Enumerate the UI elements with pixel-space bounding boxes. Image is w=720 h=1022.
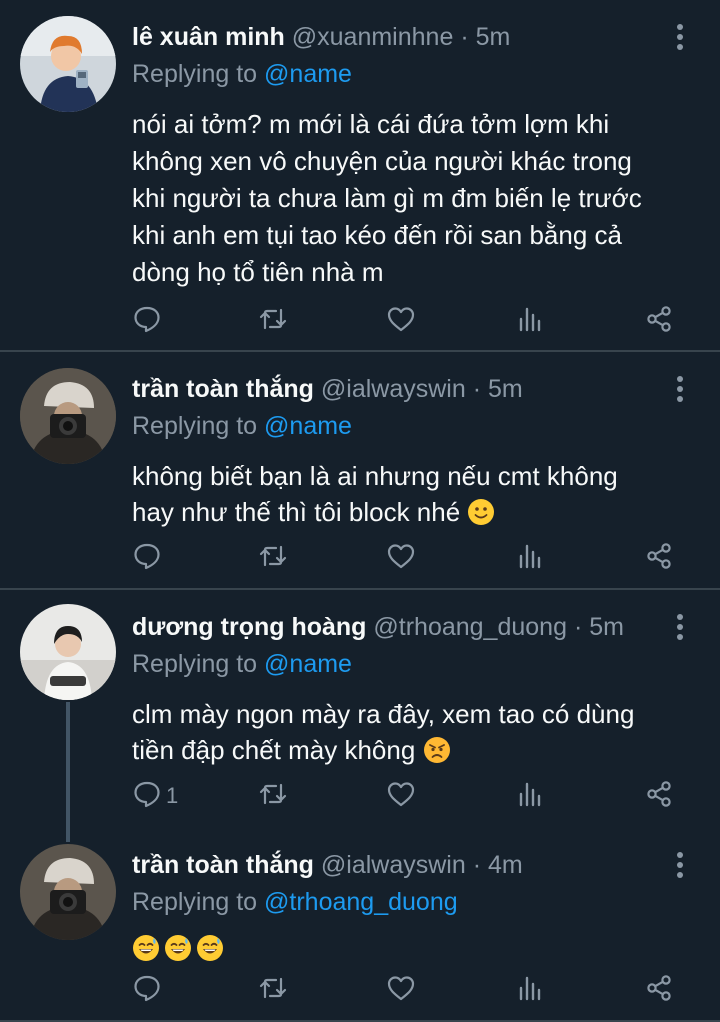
retweet-icon xyxy=(258,541,288,576)
grinning-sweat-face-icon xyxy=(133,935,159,961)
reply-icon xyxy=(132,973,162,1008)
retweet-button[interactable] xyxy=(258,301,288,341)
angry-face-icon xyxy=(423,737,450,763)
reply-button[interactable]: 1 xyxy=(132,776,178,816)
reply-icon xyxy=(132,541,162,576)
reply-button[interactable] xyxy=(132,970,166,1010)
replying-to-label: Replying to xyxy=(132,888,258,916)
share-button[interactable] xyxy=(644,538,674,578)
like-icon xyxy=(386,779,416,814)
tweet-text-content: clm mày ngon mày ra đây, xem tao có dùng… xyxy=(132,699,635,765)
tweet-2[interactable]: trần toàn thắng @ialwayswin · 5m Replyin… xyxy=(0,352,720,588)
reply-button[interactable] xyxy=(132,301,166,341)
views-icon xyxy=(516,541,546,576)
share-button[interactable] xyxy=(644,776,674,816)
replying-to-label: Replying to xyxy=(132,650,258,678)
views-icon xyxy=(516,973,546,1008)
reply-icon xyxy=(132,304,162,339)
timestamp[interactable]: 5m xyxy=(589,613,624,641)
display-name[interactable]: dương trọng hoàng xyxy=(132,613,366,641)
display-name[interactable]: lê xuân minh xyxy=(132,23,285,51)
action-bar xyxy=(132,538,692,578)
replying-to-link[interactable]: @name xyxy=(264,60,352,88)
like-button[interactable] xyxy=(386,970,416,1010)
user-handle[interactable]: @ialwayswin xyxy=(321,375,466,403)
share-icon xyxy=(644,973,674,1008)
display-name[interactable]: trần toàn thắng xyxy=(132,851,314,879)
share-button[interactable] xyxy=(644,970,674,1010)
action-bar xyxy=(132,970,692,1010)
reply-icon xyxy=(132,779,162,814)
replying-to-label: Replying to xyxy=(132,60,258,88)
tweet-4[interactable]: trần toàn thắng @ialwayswin · 4m Replyin… xyxy=(0,830,720,1020)
tweet-text-content: không biết bạn là ai nhưng nếu cmt không… xyxy=(132,461,618,527)
retweet-icon xyxy=(258,304,288,339)
more-icon[interactable] xyxy=(670,850,690,880)
slightly-smiling-face-icon xyxy=(468,499,495,525)
share-button[interactable] xyxy=(644,301,674,341)
like-icon xyxy=(386,541,416,576)
separator-dot: · xyxy=(460,23,469,51)
retweet-icon xyxy=(258,779,288,814)
tweet-text: nói ai tởm? m mới là cái đứa tởm lợm khi… xyxy=(132,109,642,287)
views-icon xyxy=(516,304,546,339)
avatar[interactable] xyxy=(20,16,116,112)
avatar[interactable] xyxy=(20,368,116,464)
views-button[interactable] xyxy=(516,538,546,578)
retweet-button[interactable] xyxy=(258,776,288,816)
grinning-sweat-face-icon xyxy=(165,935,191,961)
share-icon xyxy=(644,541,674,576)
user-handle[interactable]: @xuanminhne xyxy=(292,23,454,51)
timestamp[interactable]: 5m xyxy=(476,23,511,51)
user-handle[interactable]: @trhoang_duong xyxy=(373,613,567,641)
like-button[interactable] xyxy=(386,301,416,341)
share-icon xyxy=(644,779,674,814)
action-bar xyxy=(132,301,692,341)
tweet-3[interactable]: dương trọng hoàng @trhoang_duong · 5m Re… xyxy=(0,590,720,842)
reply-count: 1 xyxy=(166,783,179,808)
separator-dot: · xyxy=(472,851,482,879)
replying-to-link[interactable]: @name xyxy=(264,412,352,440)
tweet-1[interactable]: lê xuân minh @xuanminhne · 5m Replying t… xyxy=(0,0,720,350)
replying-to-link[interactable]: @trhoang_duong xyxy=(264,888,458,916)
retweet-icon xyxy=(258,973,288,1008)
more-icon[interactable] xyxy=(670,374,690,404)
more-icon[interactable] xyxy=(670,22,690,52)
replying-to-link[interactable]: @name xyxy=(264,650,352,678)
separator-dot: · xyxy=(573,613,583,641)
tweet-text: không biết bạn là ai nhưng nếu cmt không… xyxy=(132,458,660,530)
views-button[interactable] xyxy=(516,970,546,1010)
like-button[interactable] xyxy=(386,776,416,816)
reply-button[interactable] xyxy=(132,538,166,578)
tweet-text: clm mày ngon mày ra đây, xem tao có dùng… xyxy=(132,696,660,768)
timestamp[interactable]: 4m xyxy=(488,851,523,879)
tweet-text xyxy=(132,930,660,966)
separator-dot: · xyxy=(472,375,482,403)
retweet-button[interactable] xyxy=(258,538,288,578)
timestamp[interactable]: 5m xyxy=(488,375,523,403)
action-bar: 1 xyxy=(132,776,692,816)
retweet-button[interactable] xyxy=(258,970,288,1010)
views-icon xyxy=(516,779,546,814)
avatar[interactable] xyxy=(20,844,116,940)
like-icon xyxy=(386,973,416,1008)
views-button[interactable] xyxy=(516,776,546,816)
like-icon xyxy=(386,304,416,339)
views-button[interactable] xyxy=(516,301,546,341)
grinning-sweat-face-icon xyxy=(197,935,223,961)
avatar[interactable] xyxy=(20,604,116,700)
more-icon[interactable] xyxy=(670,612,690,642)
replying-to-label: Replying to xyxy=(132,412,258,440)
like-button[interactable] xyxy=(386,538,416,578)
share-icon xyxy=(644,304,674,339)
user-handle[interactable]: @ialwayswin xyxy=(321,851,466,879)
display-name[interactable]: trần toàn thắng xyxy=(132,375,314,403)
thread-line xyxy=(66,702,70,842)
